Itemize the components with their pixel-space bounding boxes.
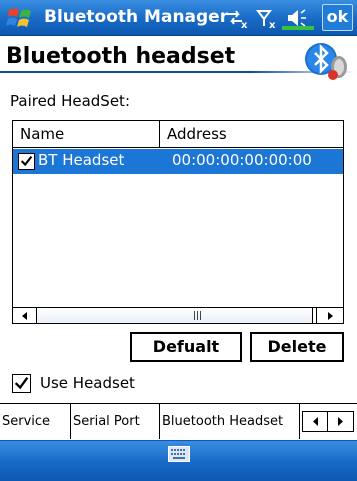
row-name: BT Headset [38,151,125,169]
status-icons[interactable]: x x [224,4,320,32]
arrow-left-icon [22,312,27,320]
row-address: 00:00:00:00:00:00 [172,151,312,169]
delete-button[interactable]: Delete [250,332,344,362]
use-headset-label[interactable]: Use Headset [40,374,135,392]
arrow-left-icon [313,417,318,426]
paired-headset-label: Paired HeadSet: [10,92,130,110]
keyboard-icon[interactable] [168,446,190,462]
app-title: Bluetooth Manager [44,7,229,27]
tab-strip: Service Serial Port Bluetooth Headset [0,403,357,439]
tab-scroll-left-button[interactable] [303,412,328,431]
checkmark-icon [20,155,33,167]
tab-bluetooth-headset[interactable]: Bluetooth Headset [160,404,300,439]
horizontal-scrollbar[interactable]: ||| [13,307,343,323]
title-bar: Bluetooth Manager x x ok [0,0,357,36]
scroll-left-button[interactable] [13,308,37,323]
bluetooth-headset-logo-icon [305,43,347,80]
tab-serial-port[interactable]: Serial Port [71,404,160,439]
row-checkbox[interactable] [18,153,35,170]
svg-text:x: x [269,20,276,31]
svg-text:x: x [241,20,248,31]
tab-scroll-right-button[interactable] [328,412,353,431]
use-headset-checkbox[interactable] [12,374,31,393]
windows-flag-icon[interactable] [6,4,34,32]
paired-headset-list[interactable]: Name Address BT Headset 00:00:00:00:00:0… [12,120,344,324]
scroll-grip-icon: ||| [193,311,203,321]
checkmark-icon [14,377,29,390]
connectivity-icon: x [228,10,248,31]
scroll-right-button[interactable] [316,308,343,323]
column-header-address[interactable]: Address [160,121,343,148]
list-item[interactable]: BT Headset 00:00:00:00:00:00 [13,149,343,174]
bottom-menu-bar [0,440,357,481]
signal-off-icon: x [256,10,276,31]
scroll-thumb[interactable]: ||| [37,308,313,323]
tab-service[interactable]: Service [0,404,71,439]
speaker-icon [282,9,314,30]
column-header-name[interactable]: Name [13,121,160,148]
default-button[interactable]: Defualt [130,332,242,362]
tab-scroll-arrows [302,411,354,432]
page-title: Bluetooth headset [6,44,236,69]
arrow-right-icon [328,312,333,320]
page-header: Bluetooth headset [0,37,357,83]
arrow-right-icon [338,417,343,426]
ok-button[interactable]: ok [322,4,353,31]
